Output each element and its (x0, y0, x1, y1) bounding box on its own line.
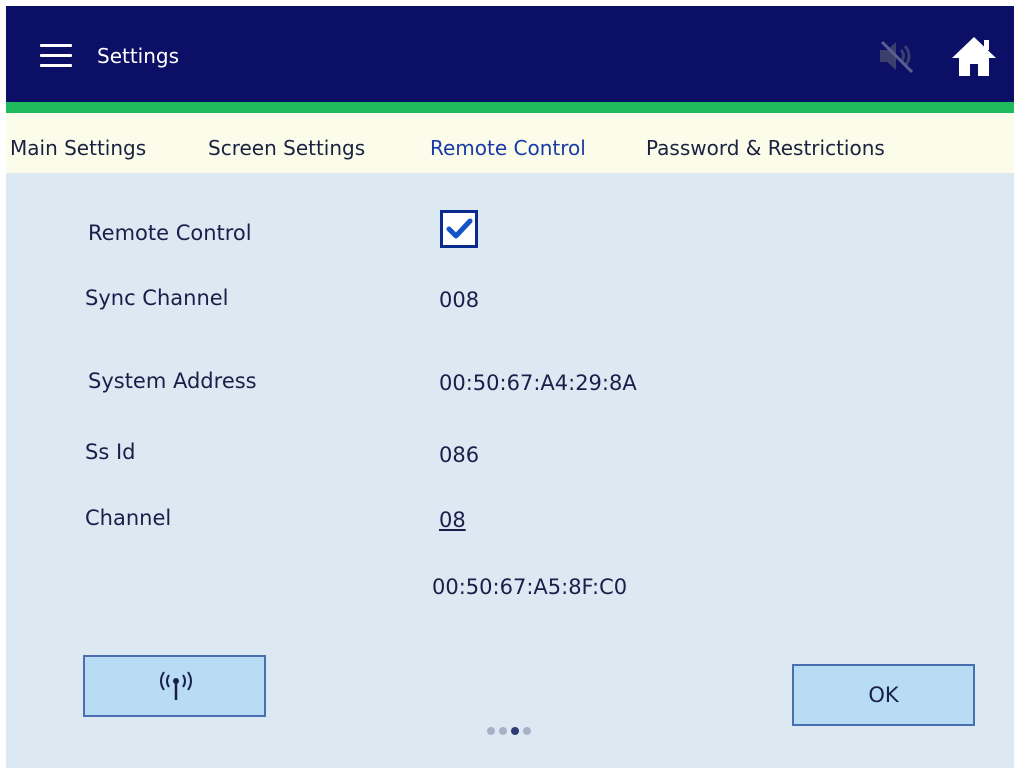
accent-divider (6, 102, 1014, 113)
channel-label: Channel (85, 506, 172, 530)
tab-remote-control[interactable]: Remote Control (430, 135, 586, 161)
tab-screen-settings[interactable]: Screen Settings (208, 135, 365, 161)
ss-id-value: 086 (439, 443, 480, 467)
system-address-value: 00:50:67:A4:29:8A (439, 371, 637, 395)
antenna-signal-icon (154, 671, 198, 701)
hamburger-menu-icon[interactable] (40, 44, 72, 68)
device-address-value: 00:50:67:A5:8F:C0 (432, 575, 628, 599)
tab-main-settings[interactable]: Main Settings (10, 135, 146, 161)
tab-password-restrictions[interactable]: Password & Restrictions (646, 135, 885, 161)
page-dot (487, 727, 495, 735)
remote-pair-button[interactable] (83, 655, 266, 717)
page-dot (499, 727, 507, 735)
system-address-label: System Address (88, 369, 257, 393)
sync-channel-value: 008 (439, 288, 480, 312)
header-bar: Settings (6, 6, 1014, 102)
ss-id-label: Ss Id (85, 440, 136, 464)
remote-control-checkbox[interactable] (440, 210, 478, 248)
page-title: Settings (97, 44, 180, 68)
page-dot (523, 727, 531, 735)
remote-control-label: Remote Control (88, 221, 252, 245)
page-dot-active (511, 727, 519, 735)
speaker-muted-icon[interactable] (876, 38, 916, 74)
settings-window: Settings Main Settings Screen Settings R… (6, 6, 1014, 768)
sync-channel-label: Sync Channel (85, 286, 229, 310)
home-icon[interactable] (950, 34, 998, 78)
page-indicator (487, 725, 547, 737)
checkmark-icon (446, 218, 473, 239)
tab-bar: Main Settings Screen Settings Remote Con… (6, 113, 1014, 173)
ok-button[interactable]: OK (792, 664, 975, 726)
channel-value-link[interactable]: 08 (439, 506, 466, 534)
